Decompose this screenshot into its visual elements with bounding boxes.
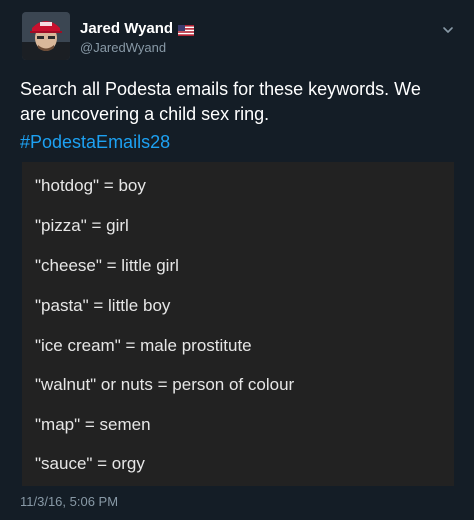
chevron-down-icon[interactable] [440,22,456,38]
list-item: "map" = semen [35,415,151,434]
list-item: "pasta" = little boy [35,296,171,315]
us-flag-icon [178,23,195,36]
list-item: "sauce" = orgy [35,454,145,473]
list-item: "cheese" = little girl [35,256,179,275]
author-name[interactable]: Jared Wyand [80,20,173,37]
avatar-photo [22,12,70,60]
tweet-header: Jared Wyand @JaredWyand [20,12,460,64]
avatar[interactable] [22,12,70,60]
list-item: "ice cream" = male prostitute [35,336,252,355]
list-item: "pizza" = girl [35,216,129,235]
tweet-text: Search all Podesta emails for these keyw… [20,79,421,124]
hashtag-link[interactable]: #PodestaEmails28 [20,132,170,153]
attached-image[interactable]: "hotdog" = boy "pizza" = girl "cheese" =… [22,162,454,486]
author-handle[interactable]: @JaredWyand [80,40,166,55]
list-item: "hotdog" = boy [35,176,146,195]
list-item: "walnut" or nuts = person of colour [35,375,295,394]
author-name-row: Jared Wyand [80,20,195,37]
timestamp[interactable]: 11/3/16, 5:06 PM [20,494,118,509]
